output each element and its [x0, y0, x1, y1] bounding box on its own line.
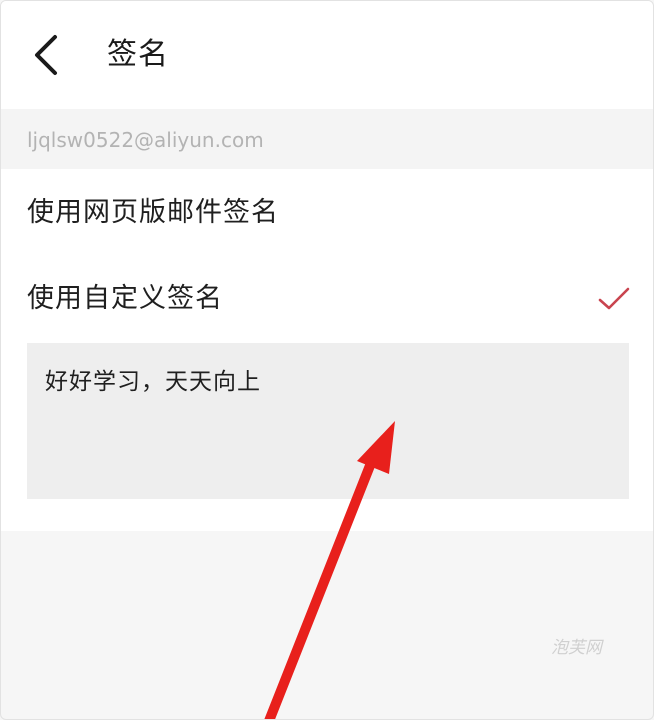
screen: 签名 ljqlsw0522@aliyun.com 使用网页版邮件签名 使用自定义… — [0, 0, 654, 720]
checkmark-icon — [597, 285, 631, 313]
account-email: ljqlsw0522@aliyun.com — [27, 128, 264, 152]
page-title: 签名 — [107, 37, 169, 72]
option-web-signature-label: 使用网页版邮件签名 — [27, 197, 279, 228]
option-custom-signature[interactable]: 使用自定义签名 — [1, 255, 653, 341]
option-custom-signature-label: 使用自定义签名 — [27, 283, 223, 314]
back-button[interactable] — [23, 27, 73, 83]
chevron-left-icon — [35, 35, 57, 75]
watermark: 泡芙网 — [551, 638, 602, 658]
signature-text-input[interactable]: 好好学习，天天向上 — [27, 343, 629, 499]
navigation-bar: 签名 — [1, 1, 653, 109]
option-web-signature[interactable]: 使用网页版邮件签名 — [1, 169, 653, 255]
